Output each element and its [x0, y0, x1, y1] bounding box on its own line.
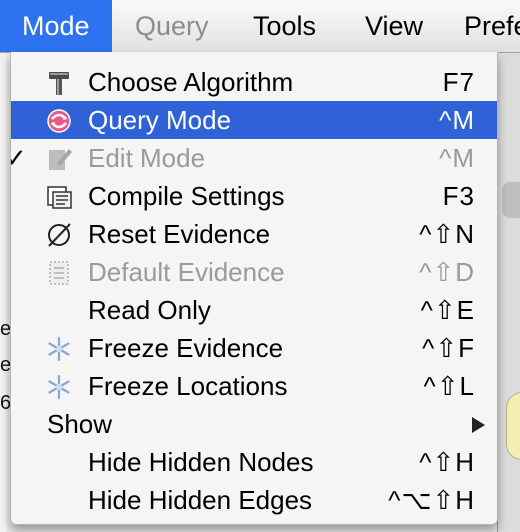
menu-item-query-mode[interactable]: Query Mode ^M — [11, 101, 497, 139]
menu-item-edit-mode: ✓ Edit Mode ^M — [11, 139, 497, 177]
snowflake-icon — [45, 373, 73, 401]
menu-item-hide-hidden-edges[interactable]: Hide Hidden Edges ^⌥⇧H — [11, 481, 497, 519]
menu-item-shortcut: F7 — [442, 67, 475, 97]
menu-item-choose-algorithm[interactable]: Choose Algorithm F7 — [11, 63, 497, 101]
query-mode-icon — [45, 107, 73, 135]
edit-mode-icon — [45, 145, 73, 173]
menu-item-default-evidence: Default Evidence ^⇧D — [11, 253, 497, 291]
menu-item-label: Reset Evidence — [88, 219, 271, 249]
menu-item-shortcut: ^⇧E — [420, 295, 475, 325]
snowflake-icon — [45, 335, 73, 363]
menu-item-label: Freeze Evidence — [88, 333, 284, 363]
menu-item-shortcut: ^M — [439, 105, 475, 135]
menu-item-label: Choose Algorithm — [88, 67, 294, 97]
menu-item-label: Hide Hidden Edges — [88, 485, 313, 515]
menu-item-show-submenu[interactable]: Show — [11, 405, 497, 443]
menu-tools[interactable]: Tools — [231, 0, 338, 52]
menu-item-label: Read Only — [88, 295, 211, 325]
menu-item-shortcut: ^M — [439, 143, 475, 173]
menu-item-label: Show — [47, 409, 113, 439]
hammer-icon — [45, 69, 73, 97]
menu-item-label: Default Evidence — [88, 257, 285, 287]
mode-dropdown-menu: Choose Algorithm F7 Query Mode ^M ✓ Edit… — [10, 52, 498, 525]
default-evidence-icon — [45, 259, 73, 287]
background-window-right — [497, 52, 520, 532]
menu-bar: Mode Query Tools View Prefe — [0, 0, 520, 53]
menu-item-label: Compile Settings — [88, 181, 285, 211]
menu-item-label: Query Mode — [88, 105, 232, 135]
menu-query[interactable]: Query — [113, 0, 231, 52]
menu-item-reset-evidence[interactable]: Reset Evidence ^⇧N — [11, 215, 497, 253]
menu-item-shortcut: ^⇧L — [423, 371, 475, 401]
menu-item-label: Hide Hidden Nodes — [88, 447, 314, 477]
menu-item-shortcut: ^⇧H — [419, 447, 475, 477]
menu-item-label: Edit Mode — [88, 143, 206, 173]
menu-item-shortcut: ^⇧N — [419, 219, 475, 249]
menu-item-shortcut: ^⇧F — [422, 333, 475, 363]
menu-view[interactable]: View — [343, 0, 445, 52]
menu-item-shortcut: ^⌥⇧H — [388, 485, 475, 515]
background-node-shape — [506, 392, 520, 460]
menu-item-shortcut: F3 — [442, 181, 475, 211]
menu-item-hide-hidden-nodes[interactable]: Hide Hidden Nodes ^⇧H — [11, 443, 497, 481]
menu-mode[interactable]: Mode — [0, 0, 112, 52]
menu-item-freeze-locations[interactable]: Freeze Locations ^⇧L — [11, 367, 497, 405]
menu-item-freeze-evidence[interactable]: Freeze Evidence ^⇧F — [11, 329, 497, 367]
compile-settings-icon — [45, 183, 73, 211]
menu-item-compile-settings[interactable]: Compile Settings F3 — [11, 177, 497, 215]
submenu-arrow-icon — [472, 417, 485, 433]
empty-set-icon — [45, 221, 73, 249]
menu-preferences[interactable]: Prefe — [442, 0, 520, 52]
menu-item-read-only[interactable]: Read Only ^⇧E — [11, 291, 497, 329]
background-window-left — [0, 52, 6, 532]
background-scroll-handle — [502, 182, 520, 218]
menu-item-shortcut: ^⇧D — [419, 257, 475, 287]
checkmark-icon: ✓ — [11, 139, 27, 177]
menu-item-label: Freeze Locations — [88, 371, 288, 401]
